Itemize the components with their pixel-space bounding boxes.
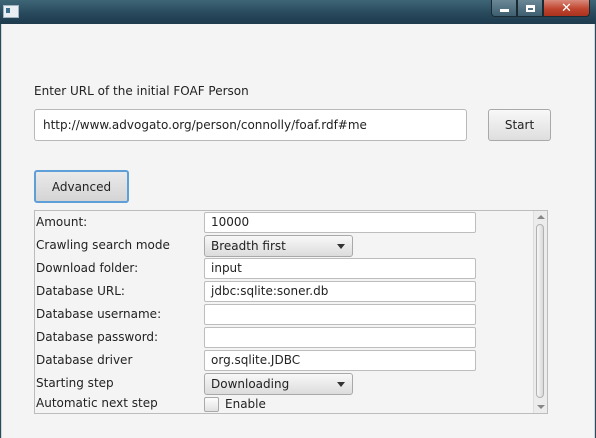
amount-row: Amount: 10000 (35, 211, 533, 234)
crawl-mode-value: Breadth first (211, 239, 286, 253)
maximize-button[interactable] (517, 0, 543, 17)
db-password-label: Database password: (36, 330, 159, 344)
db-driver-row: Database driver org.sqlite.JDBC (35, 349, 533, 372)
foaf-url-input[interactable]: http://www.advogato.org/person/connolly/… (34, 109, 467, 141)
starting-step-value: Downloading (211, 377, 290, 391)
db-driver-input[interactable]: org.sqlite.JDBC (204, 350, 476, 371)
advanced-settings-panel: Amount: 10000 Crawling search mode Bread… (34, 210, 548, 414)
db-url-row: Database URL: jdbc:sqlite:soner.db (35, 280, 533, 303)
close-icon: ✕ (561, 0, 572, 16)
advanced-button[interactable]: Advanced (34, 170, 129, 203)
db-password-input[interactable] (204, 327, 476, 348)
db-username-input[interactable] (204, 304, 476, 325)
download-folder-row: Download folder: input (35, 257, 533, 280)
db-password-row: Database password: (35, 326, 533, 349)
amount-input[interactable]: 10000 (204, 212, 476, 233)
starting-step-label: Starting step (36, 376, 114, 390)
scroll-down-icon[interactable] (537, 405, 545, 409)
app-icon (3, 5, 19, 18)
scroll-up-icon[interactable] (537, 215, 545, 219)
auto-next-label: Automatic next step (36, 396, 158, 410)
download-folder-label: Download folder: (36, 261, 139, 275)
chevron-down-icon (337, 244, 345, 249)
db-driver-label: Database driver (36, 353, 133, 367)
auto-next-checkbox-label[interactable]: Enable (225, 397, 266, 411)
minimize-button[interactable] (491, 0, 517, 17)
db-url-label: Database URL: (36, 284, 125, 298)
crawl-mode-label: Crawling search mode (36, 238, 170, 252)
download-folder-input[interactable]: input (204, 258, 476, 279)
auto-next-row: Automatic next step Enable (35, 392, 533, 413)
auto-next-checkbox[interactable] (204, 397, 219, 412)
scroll-thumb[interactable] (536, 224, 544, 398)
crawl-mode-row: Crawling search mode Breadth first (35, 234, 533, 257)
amount-label: Amount: (36, 215, 88, 229)
close-button[interactable]: ✕ (543, 0, 590, 17)
start-button[interactable]: Start (488, 109, 551, 141)
main-panel: Enter URL of the initial FOAF Person htt… (1, 24, 595, 438)
maximize-icon (525, 4, 535, 12)
db-username-label: Database username: (36, 307, 162, 321)
db-username-row: Database username: (35, 303, 533, 326)
db-url-input[interactable]: jdbc:sqlite:soner.db (204, 281, 476, 302)
minimize-icon (499, 9, 509, 12)
window-titlebar: ✕ (0, 0, 596, 24)
url-prompt-label: Enter URL of the initial FOAF Person (34, 84, 249, 98)
chevron-down-icon (337, 382, 345, 387)
vertical-scrollbar[interactable] (533, 211, 547, 413)
crawl-mode-select[interactable]: Breadth first (204, 235, 353, 257)
